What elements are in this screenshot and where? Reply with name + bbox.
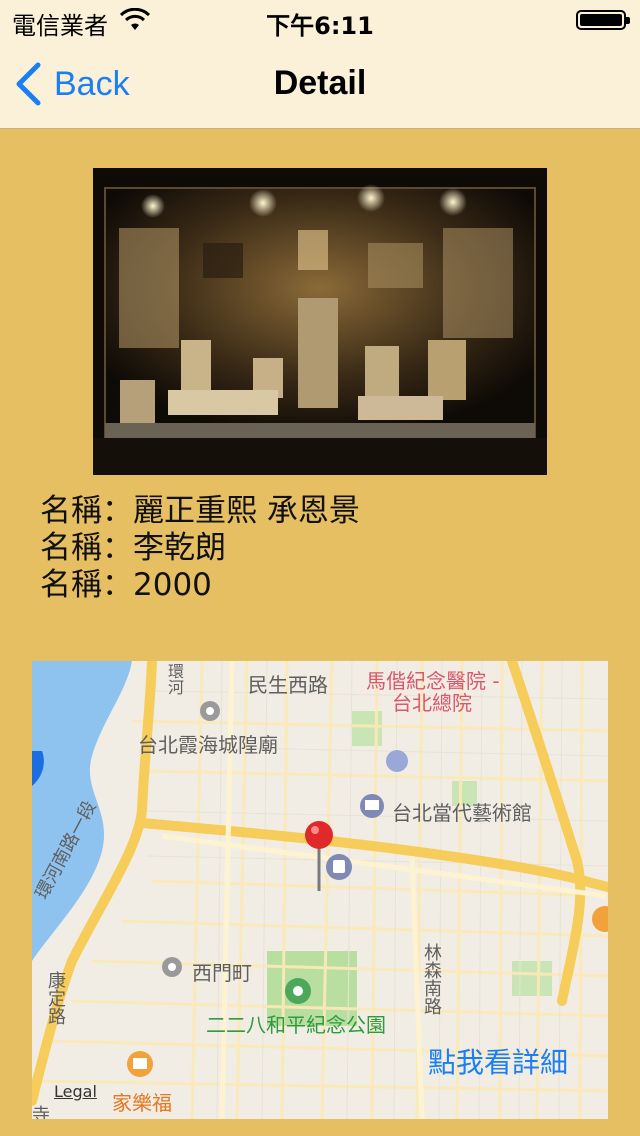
- road-label-huanhe-north: 環河: [165, 663, 184, 695]
- info-line-author: 名稱：李乾朗: [40, 530, 226, 566]
- road-label-minsheng: 民生西路: [248, 673, 328, 697]
- info-line-year: 名稱：2000: [40, 567, 212, 603]
- location-pin-icon[interactable]: [305, 821, 333, 849]
- exhibit-photo: [93, 168, 547, 475]
- map-view[interactable]: 民生西路 環河 馬偕紀念醫院 - 台北總院 台北霞海城隍廟 台北當代藝術館 環河…: [32, 661, 608, 1119]
- poi-label-temple: 台北霞海城隍廟: [138, 733, 278, 757]
- poi-label-moca: 台北當代藝術館: [392, 801, 532, 825]
- poi-label-ximending: 西門町: [192, 961, 252, 985]
- poi-label-mackay-branch: 台北總院: [392, 691, 472, 715]
- status-bar: 電信業者 下午6:11: [0, 0, 640, 40]
- navigation-bar: Back Detail: [0, 40, 640, 129]
- poi-label-park: 二二八和平紀念公園: [206, 1013, 386, 1037]
- page-title: Detail: [273, 64, 367, 102]
- road-label-linsen: 林森南路: [421, 943, 442, 1015]
- info-line-name: 名稱：麗正重熙 承恩景: [40, 493, 360, 529]
- status-time: 下午6:11: [266, 12, 374, 40]
- poi-label-temple-edge: 寺: [32, 1105, 50, 1119]
- info-block: 名稱：麗正重熙 承恩景 名稱：李乾朗 名稱：2000: [40, 493, 360, 604]
- map-legal-link[interactable]: Legal: [54, 1082, 97, 1101]
- battery-icon: [576, 10, 630, 30]
- metro-marker-icon: [386, 750, 408, 772]
- poi-label-carrefour: 家樂福: [112, 1091, 172, 1115]
- road-label-kangding: 康定路: [45, 971, 66, 1025]
- view-detail-link[interactable]: 點我看詳細: [428, 1041, 568, 1081]
